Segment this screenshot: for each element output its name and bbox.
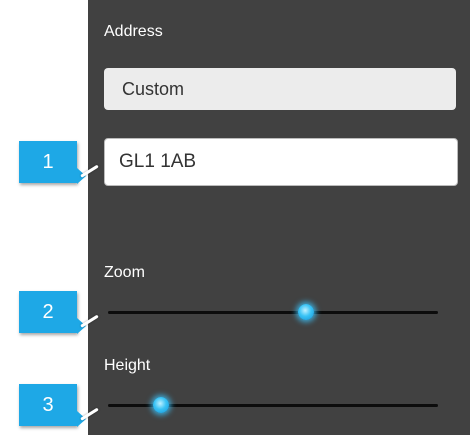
zoom-slider-track — [108, 311, 438, 314]
callout-badge-1: 1 — [19, 141, 99, 184]
address-label: Address — [104, 23, 163, 40]
zoom-label: Zoom — [104, 264, 145, 281]
callout-number-3: 3 — [42, 393, 54, 416]
height-label: Height — [104, 357, 151, 374]
zoom-slider[interactable] — [108, 302, 438, 324]
zoom-slider-thumb[interactable] — [298, 304, 314, 320]
address-mode-value: Custom — [122, 78, 185, 99]
callout-number-1: 1 — [42, 150, 54, 173]
callout-badge-3: 3 — [19, 384, 99, 427]
callout-number-2: 2 — [42, 300, 54, 323]
address-mode-select[interactable]: Custom — [104, 68, 456, 110]
height-slider[interactable] — [108, 395, 438, 417]
callout-badge-2: 2 — [19, 291, 99, 334]
postcode-input[interactable] — [104, 138, 458, 186]
map-settings-screenshot: Address Custom Zoom Height 1 2 3 — [0, 0, 470, 435]
height-slider-thumb[interactable] — [152, 397, 169, 413]
